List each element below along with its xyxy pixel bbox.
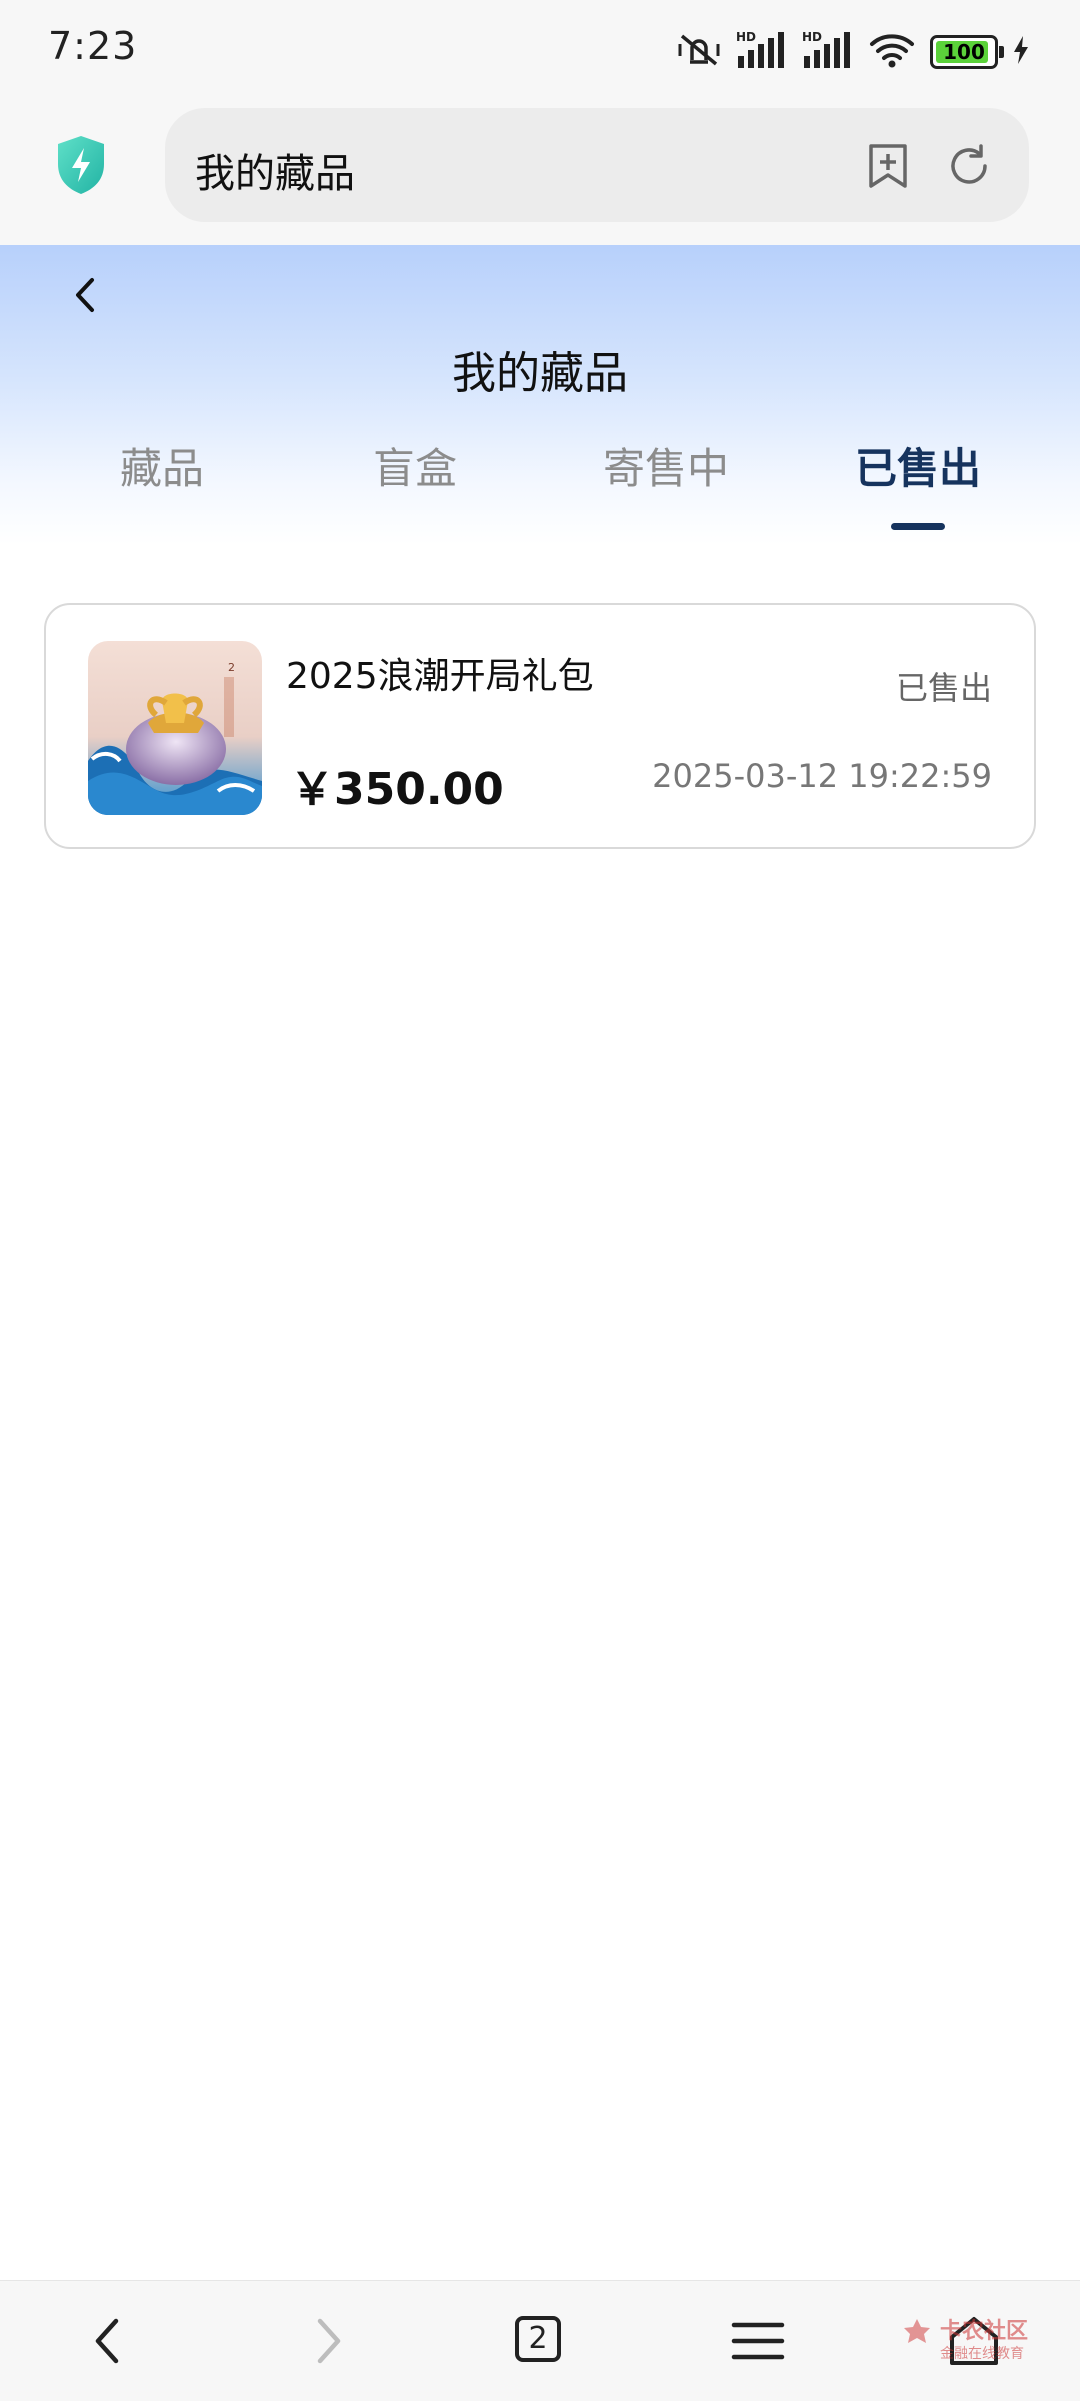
charging-icon (1012, 35, 1030, 69)
browser-toolbar: 我的藏品 (0, 100, 1080, 245)
battery-icon: 100 (930, 35, 1004, 69)
watermark-text: 卡农社区 (940, 2319, 1029, 2344)
tabs-button[interactable]: 2 (515, 2316, 575, 2376)
reload-icon[interactable] (945, 142, 993, 194)
nav-forward-button[interactable] (296, 2311, 356, 2371)
back-button[interactable] (62, 270, 112, 320)
address-bar[interactable]: 我的藏品 (165, 108, 1029, 222)
status-bar: 7:23 HD HD 100 (0, 0, 1080, 100)
chevron-left-icon (76, 278, 94, 312)
tab-consigning[interactable]: 寄售中 (541, 435, 791, 496)
item-sold-time: 2025-03-12 19:22:59 (652, 757, 992, 795)
page-title: 我的藏品 (452, 348, 628, 399)
tab-blind-box[interactable]: 盲盒 (290, 435, 540, 496)
hd-label-2: HD (802, 30, 822, 44)
tab-sold[interactable]: 已售出 (793, 435, 1043, 496)
page-header: 我的藏品 藏品 盲盒 寄售中 已售出 (0, 245, 1080, 545)
mute-vibrate-icon (676, 32, 722, 72)
active-tab-indicator (891, 523, 945, 530)
address-bar-title: 我的藏品 (195, 151, 355, 197)
shield-bolt-icon[interactable] (54, 134, 108, 196)
hd-label-1: HD (736, 30, 756, 44)
browser-bottom-nav: 2 卡农社区 金融在线教育 (0, 2280, 1080, 2401)
bookmark-add-icon[interactable] (865, 142, 911, 194)
menu-button[interactable] (728, 2311, 788, 2371)
hamburger-menu-icon (731, 2322, 785, 2360)
item-thumbnail: 2 (88, 641, 262, 815)
signal-icon-2: HD (802, 30, 854, 74)
svg-text:2: 2 (228, 661, 235, 674)
chevron-right-icon (317, 2318, 341, 2364)
tabs-count: 2 (515, 2316, 561, 2362)
status-icons: HD HD 100 (676, 30, 1030, 74)
wifi-icon (868, 32, 916, 72)
signal-icon-1: HD (736, 30, 788, 74)
battery-level: 100 (943, 40, 985, 64)
item-status: 已售出 (895, 669, 992, 707)
watermark-subtext: 金融在线教育 (940, 2346, 1024, 2362)
collection-item-card[interactable]: 2 2025浪潮开局礼包 已售出 ￥350.00 2025-03-12 19:2… (44, 603, 1036, 849)
item-price: ￥350.00 (290, 764, 504, 815)
chevron-left-icon (95, 2318, 119, 2364)
nav-back-button[interactable] (80, 2311, 140, 2371)
item-name: 2025浪潮开局礼包 (286, 656, 594, 697)
tab-bar: 藏品 盲盒 寄售中 已售出 (0, 435, 1080, 535)
watermark-logo: 卡农社区 金融在线教育 (900, 2311, 1030, 2371)
status-time: 7:23 (48, 24, 138, 68)
tab-collections[interactable]: 藏品 (37, 435, 287, 496)
